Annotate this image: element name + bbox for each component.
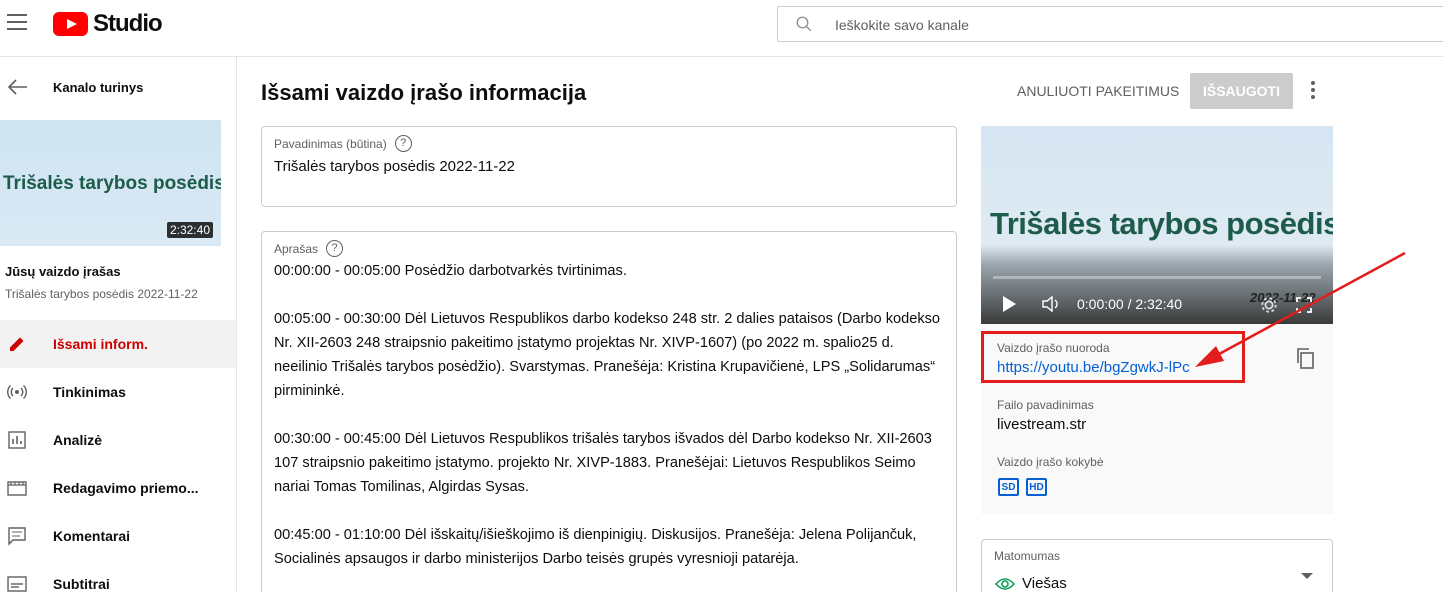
filename-value: livestream.str — [997, 416, 1087, 433]
title-field-label-row: Pavadinimas (būtina) ? — [274, 135, 412, 152]
studio-logo[interactable]: Studio — [53, 10, 163, 37]
pencil-icon — [10, 337, 24, 351]
comment-icon — [8, 527, 26, 546]
help-icon[interactable]: ? — [394, 135, 412, 152]
sidebar-item-label: Analizė — [53, 432, 103, 448]
help-icon[interactable]: ? — [326, 240, 344, 257]
sidebar-item-editor[interactable]: Redagavimo priemo... — [0, 464, 236, 512]
sidebar-item-analytics[interactable]: Analizė — [0, 416, 236, 464]
fullscreen-icon[interactable] — [1296, 297, 1312, 313]
visibility-select[interactable]: Matomumas Viešas — [981, 539, 1333, 592]
video-link-label: Vaizdo įrašo nuoroda — [997, 341, 1110, 355]
video-thumbnail[interactable]: Trišalės tarybos posėdis 2:32:40 — [0, 120, 221, 246]
video-title-sub: Trišalės tarybos posėdis 2022-11-22 — [5, 287, 198, 301]
arrow-back-icon — [8, 79, 27, 95]
player-title: Trišalės tarybos posėdis — [990, 206, 1333, 241]
description-text: 00:00:00 - 00:05:00 Posėdžio darbotvarkė… — [274, 259, 950, 592]
thumbnail-title: Trišalės tarybos posėdis — [3, 173, 221, 194]
sidebar-item-subtitles[interactable]: Subtitrai — [0, 560, 236, 592]
description-field[interactable]: Aprašas ? 00:00:00 - 00:05:00 Posėdžio d… — [261, 231, 957, 592]
time-display: 0:00:00 / 2:32:40 — [1077, 296, 1183, 312]
title-value: Trišalės tarybos posėdis 2022-11-22 — [274, 158, 515, 175]
description-paragraph: 00:05:00 - 00:30:00 Dėl Lietuvos Respubl… — [274, 311, 941, 399]
dropdown-arrow-icon[interactable] — [1301, 573, 1313, 579]
sidebar-item-comments[interactable]: Komentarai — [0, 512, 236, 560]
search-icon — [796, 16, 812, 32]
sidebar-nav: Išsami inform. Tinkinimas Analizė Redaga… — [0, 320, 236, 592]
back-to-content[interactable]: Kanalo turinys — [0, 57, 236, 119]
youtube-play-icon — [53, 12, 88, 36]
duration-badge: 2:32:40 — [166, 222, 213, 238]
sidebar-item-label: Subtitrai — [53, 576, 110, 592]
subtitles-icon — [7, 576, 27, 592]
title-field[interactable]: Pavadinimas (būtina) ? Trišalės tarybos … — [261, 126, 957, 207]
sidebar-item-label: Komentarai — [53, 528, 131, 544]
your-video-label: Jūsų vaizdo įrašas — [5, 264, 121, 279]
filename-label: Failo pavadinimas — [997, 398, 1094, 412]
film-strip-icon — [7, 481, 27, 496]
broadcast-icon — [7, 384, 27, 400]
page-title: Išsami vaizdo įrašo informacija — [261, 80, 587, 105]
search-input[interactable]: Ieškokite savo kanale — [777, 6, 1443, 42]
back-label: Kanalo turinys — [53, 80, 144, 95]
description-paragraph: 00:45:00 - 01:10:00 Dėl išskaitų/išieško… — [274, 527, 917, 567]
quality-badges: SD HD — [998, 478, 1047, 496]
analytics-icon — [8, 431, 26, 449]
copy-icon[interactable] — [1295, 347, 1315, 369]
description-label-row: Aprašas ? — [274, 240, 344, 257]
progress-bar[interactable] — [993, 276, 1321, 279]
sidebar-item-label: Išsami inform. — [53, 336, 148, 352]
menu-icon[interactable] — [7, 14, 27, 32]
sidebar-item-details[interactable]: Išsami inform. — [0, 320, 236, 368]
video-player[interactable]: Trišalės tarybos posėdis 0:00:00 / 2:32:… — [981, 126, 1333, 324]
quality-label: Vaizdo įrašo kokybė — [997, 455, 1104, 469]
sidebar-item-label: Tinkinimas — [53, 384, 126, 400]
hd-badge: HD — [1026, 478, 1047, 496]
sd-badge: SD — [998, 478, 1019, 496]
play-icon[interactable] — [1003, 296, 1016, 312]
top-bar: Studio Ieškokite savo kanale — [0, 0, 1443, 57]
more-options-icon[interactable] — [1303, 81, 1323, 101]
description-paragraph: 00:00:00 - 00:05:00 Posėdžio darbotvarkė… — [274, 263, 627, 279]
eye-icon — [995, 578, 1015, 590]
description-label: Aprašas — [274, 241, 319, 256]
visibility-value: Viešas — [1022, 575, 1067, 592]
save-button[interactable]: IŠSAUGOTI — [1190, 73, 1293, 109]
title-label: Pavadinimas (būtina) — [274, 136, 387, 151]
gear-icon[interactable] — [1260, 296, 1278, 314]
logo-text: Studio — [93, 10, 163, 37]
volume-icon[interactable] — [1041, 295, 1061, 313]
search-placeholder: Ieškokite savo kanale — [835, 17, 969, 33]
sidebar-item-label: Redagavimo priemo... — [53, 480, 199, 496]
description-paragraph: 00:30:00 - 00:45:00 Dėl Lietuvos Respubl… — [274, 431, 932, 495]
sidebar: Kanalo turinys Trišalės tarybos posėdis … — [0, 57, 237, 592]
sidebar-item-customization[interactable]: Tinkinimas — [0, 368, 236, 416]
undo-changes-button[interactable]: ANULIUOTI PAKEITIMUS — [1010, 79, 1186, 103]
visibility-label: Matomumas — [994, 549, 1061, 563]
video-link[interactable]: https://youtu.be/bgZgwkJ-lPc — [997, 359, 1190, 376]
